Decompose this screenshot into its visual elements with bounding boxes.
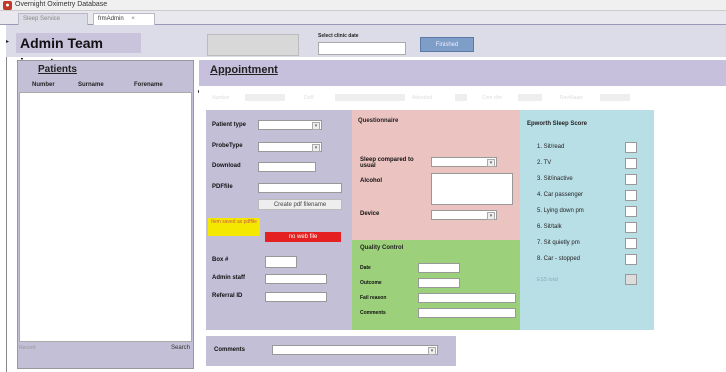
ess-score-field[interactable] xyxy=(625,142,637,153)
nav-label-review: ReviNaaw xyxy=(560,95,583,101)
column-header-number[interactable]: Number xyxy=(32,82,55,88)
record-label: Record: xyxy=(19,345,37,351)
tab-label: frmAdmin xyxy=(98,16,124,22)
chevron-down-icon[interactable]: ▾ xyxy=(428,347,436,355)
ess-total-label: ESS total xyxy=(537,277,558,283)
record-navigation-bar: Record: Search xyxy=(19,345,192,357)
qc-date-field[interactable] xyxy=(418,263,460,273)
ess-item-label: 8. Car - stopped xyxy=(537,256,581,262)
ess-item-label: 2. TV xyxy=(537,160,552,166)
ess-item-label: 5. Lying down pm xyxy=(537,208,584,214)
probe-type-select[interactable]: ▾ xyxy=(258,142,322,152)
patients-list[interactable] xyxy=(19,92,192,342)
chevron-down-icon[interactable]: ▾ xyxy=(487,159,495,167)
tab-sleep-service-database[interactable]: Sleep Service Database xyxy=(18,13,88,33)
ess-score-field[interactable] xyxy=(625,206,637,217)
dob-field[interactable] xyxy=(335,94,405,101)
ess-item-label: 6. Sit/talk xyxy=(537,224,562,230)
chevron-down-icon[interactable]: ▾ xyxy=(312,144,320,152)
number-field[interactable] xyxy=(245,94,285,101)
patient-type-label: Patient type xyxy=(212,122,247,128)
ess-item-label: 4. Car passenger xyxy=(537,192,584,198)
ess-score-field[interactable] xyxy=(625,238,637,249)
qc-comments-field[interactable] xyxy=(418,308,516,318)
column-header-surname[interactable]: Surname xyxy=(78,82,104,88)
nav-label-attended: Attended xyxy=(412,95,433,101)
comments-select[interactable]: ▾ xyxy=(272,345,438,355)
review-field[interactable] xyxy=(600,94,630,101)
quality-control-title: Quality Control xyxy=(360,245,404,251)
epworth-title: Epworth Sleep Score xyxy=(527,121,588,127)
device-select[interactable]: ▾ xyxy=(431,210,497,220)
document-tabs: Sleep Service Database frmAdmin × xyxy=(0,11,726,33)
referral-id-field[interactable] xyxy=(265,292,327,302)
probe-type-label: ProbeType xyxy=(212,143,243,149)
ess-score-field[interactable] xyxy=(625,158,637,169)
pdf-file-label: PDFfile xyxy=(212,184,233,190)
qc-date-label: Date xyxy=(360,265,371,271)
qc-fail-reason-field[interactable] xyxy=(418,293,516,303)
sleep-compared-select[interactable]: ▾ xyxy=(431,157,497,167)
admin-staff-field[interactable] xyxy=(265,274,327,284)
alcohol-field[interactable] xyxy=(431,173,513,205)
patient-type-select[interactable]: ▾ xyxy=(258,120,322,130)
box-number-label: Box # xyxy=(212,257,229,263)
page-title: Admin Team input xyxy=(16,33,141,71)
tab-frmadmin[interactable]: frmAdmin × xyxy=(93,13,155,25)
pdf-saved-note: Item saved as pdffile xyxy=(208,218,260,236)
attended-checkbox[interactable] xyxy=(455,94,467,101)
qc-comments-label: Comments xyxy=(360,310,386,316)
ess-score-field[interactable] xyxy=(625,254,637,265)
clinic-date-label: Select clinic date xyxy=(318,33,359,39)
questionnaire-title: Questionnaire xyxy=(358,118,399,124)
patients-title: Patients xyxy=(38,64,77,75)
cont-dim-field[interactable] xyxy=(518,94,542,101)
box-number-field[interactable] xyxy=(265,256,297,268)
ess-score-field[interactable] xyxy=(625,174,637,185)
comments-label: Comments xyxy=(214,347,246,353)
referral-id-label: Referral ID xyxy=(212,293,243,299)
chevron-down-icon[interactable]: ▾ xyxy=(487,212,495,220)
create-pdf-filename-button[interactable]: Create pdf filename xyxy=(258,199,342,210)
device-label: Device xyxy=(360,211,380,217)
search-label[interactable]: Search xyxy=(171,345,190,351)
header-placeholder-box xyxy=(207,34,299,56)
qc-outcome-field[interactable] xyxy=(418,278,460,288)
close-icon[interactable]: × xyxy=(131,16,135,22)
pdf-file-field[interactable] xyxy=(258,183,342,193)
download-field[interactable] xyxy=(258,162,316,172)
alcohol-label: Alcohol xyxy=(360,178,382,184)
qc-outcome-label: Outcome xyxy=(360,280,382,286)
nav-label-dob: DoB xyxy=(304,95,314,101)
appointment-title: Appointment xyxy=(210,64,278,76)
title-bar: ● Overnight Oximetry Database xyxy=(0,0,726,11)
chevron-down-icon[interactable]: ▾ xyxy=(312,122,320,130)
record-selector-icon[interactable]: ▸ xyxy=(6,38,12,46)
ess-item-label: 3. Sit/inactive xyxy=(537,176,573,182)
window-title: Overnight Oximetry Database xyxy=(15,1,108,8)
ess-score-field[interactable] xyxy=(625,222,637,233)
ess-score-field[interactable] xyxy=(625,190,637,201)
ess-total-field xyxy=(625,274,637,285)
qc-fail-reason-label: Fail reason xyxy=(360,295,387,301)
admin-staff-label: Admin staff xyxy=(212,275,245,281)
sleep-compared-label: Sleep compared to usual xyxy=(360,157,414,169)
no-web-file-indicator: no web file xyxy=(265,232,341,242)
app-icon: ● xyxy=(3,1,12,10)
finished-button[interactable]: Finished xyxy=(420,37,474,52)
ess-item-label: 1. Sit/read xyxy=(537,144,565,150)
ess-item-label: 7. Sit quietly pm xyxy=(537,240,580,246)
appointment-header xyxy=(199,60,726,86)
column-header-forename[interactable]: Forename xyxy=(134,82,163,88)
nav-label-cont-dim: Cont dim xyxy=(482,95,503,101)
nav-label-number: Number xyxy=(212,95,230,101)
clinic-date-input[interactable] xyxy=(318,42,406,55)
download-label: Download xyxy=(212,163,241,169)
